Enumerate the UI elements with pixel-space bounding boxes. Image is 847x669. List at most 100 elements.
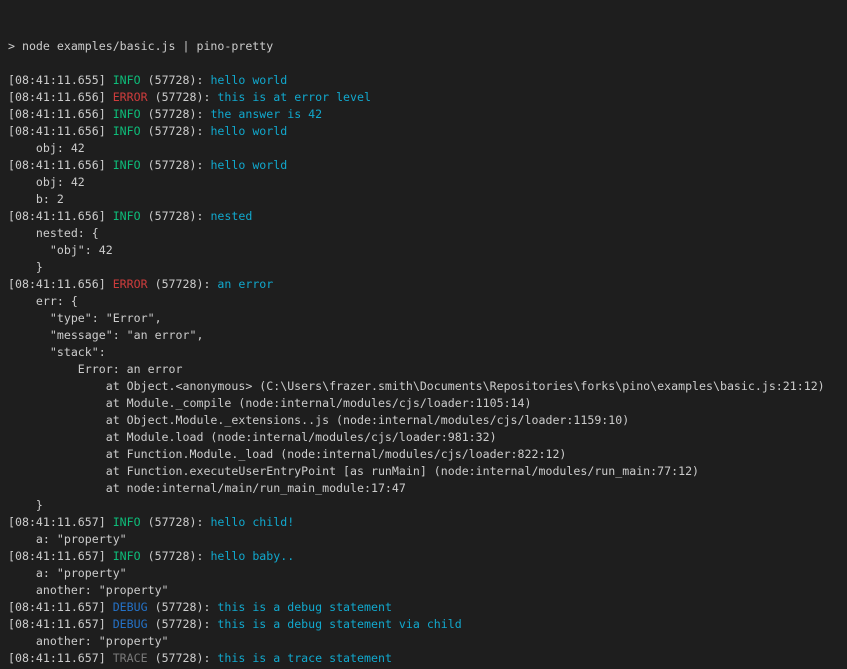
log-cyan-segment: this is at error level: [217, 90, 371, 104]
log-text: (57728):: [141, 209, 211, 223]
log-text: [08:41:11.656]: [8, 90, 113, 104]
log-green-segment: INFO: [113, 107, 141, 121]
log-text: "stack":: [8, 345, 106, 359]
log-line: at Function.Module._load (node:internal/…: [8, 446, 843, 463]
log-text: a: "property": [8, 532, 127, 546]
log-text: "type": "Error",: [8, 311, 162, 325]
log-text: (57728):: [148, 277, 218, 291]
log-line: }: [8, 497, 843, 514]
log-line: a: "property": [8, 565, 843, 582]
log-line: at Object.Module._extensions..js (node:i…: [8, 412, 843, 429]
log-line: [08:41:11.657] TRACE (57728): this is a …: [8, 650, 843, 667]
log-text: [08:41:11.656]: [8, 209, 113, 223]
log-line: b: 2: [8, 191, 843, 208]
log-red-segment: ERROR: [113, 277, 148, 291]
log-green-segment: INFO: [113, 209, 141, 223]
log-line: obj: 42: [8, 140, 843, 157]
log-text: [08:41:11.656]: [8, 107, 113, 121]
log-text: [08:41:11.657]: [8, 515, 113, 529]
log-cyan-segment: an error: [217, 277, 273, 291]
log-text: at node:internal/main/run_main_module:17…: [8, 481, 406, 495]
log-line: [08:41:11.655] INFO (57728): hello world: [8, 72, 843, 89]
log-text: "obj": 42: [8, 243, 113, 257]
log-text: [08:41:11.657]: [8, 600, 113, 614]
log-line: [08:41:11.657] INFO (57728): hello child…: [8, 514, 843, 531]
terminal-output: > node examples/basic.js | pino-pretty […: [8, 38, 843, 669]
log-line: err: {: [8, 293, 843, 310]
log-cyan-segment: hello world: [210, 158, 287, 172]
log-text: "message": "an error",: [8, 328, 203, 342]
log-cyan-segment: nested: [210, 209, 252, 223]
log-text: }: [8, 498, 43, 512]
log-text: at Object.<anonymous> (C:\Users\frazer.s…: [8, 379, 825, 393]
log-text: err: {: [8, 294, 78, 308]
log-cyan-segment: hello child!: [210, 515, 294, 529]
log-cyan-segment: this is a trace statement: [217, 651, 392, 665]
log-text: at Object.Module._extensions..js (node:i…: [8, 413, 629, 427]
log-line: another: "property": [8, 633, 843, 650]
log-text: [08:41:11.656]: [8, 158, 113, 172]
log-text: (57728):: [148, 600, 218, 614]
log-line: at Function.executeUserEntryPoint [as ru…: [8, 463, 843, 480]
log-line: "message": "an error",: [8, 327, 843, 344]
log-line: [08:41:11.657] INFO (57728): hello baby.…: [8, 548, 843, 565]
log-text: another: "property": [8, 583, 169, 597]
log-line: > node examples/basic.js | pino-pretty: [8, 38, 843, 55]
log-green-segment: INFO: [113, 73, 141, 87]
log-text: b: 2: [8, 192, 64, 206]
log-text: obj: 42: [8, 175, 85, 189]
log-green-segment: INFO: [113, 549, 141, 563]
log-text: [08:41:11.657]: [8, 549, 113, 563]
log-text: (57728):: [141, 549, 211, 563]
log-blue-segment: DEBUG: [113, 600, 148, 614]
log-cyan-segment: this is a debug statement via child: [217, 617, 461, 631]
log-line: }: [8, 259, 843, 276]
log-cyan-segment: hello world: [210, 124, 287, 138]
log-green-segment: INFO: [113, 124, 141, 138]
log-text: (57728):: [141, 515, 211, 529]
log-text: [08:41:11.657]: [8, 617, 113, 631]
log-text: a: "property": [8, 566, 127, 580]
log-line: [08:41:11.656] INFO (57728): hello world: [8, 157, 843, 174]
log-line: obj: 42: [8, 174, 843, 191]
log-line: [08:41:11.656] INFO (57728): nested: [8, 208, 843, 225]
log-text: (57728):: [148, 651, 218, 665]
log-green-segment: INFO: [113, 515, 141, 529]
log-line: at Module.load (node:internal/modules/cj…: [8, 429, 843, 446]
log-text: [08:41:11.656]: [8, 277, 113, 291]
log-line: [8, 55, 843, 72]
log-line: at node:internal/main/run_main_module:17…: [8, 480, 843, 497]
log-line: [08:41:11.656] INFO (57728): the answer …: [8, 106, 843, 123]
log-text: (57728):: [141, 158, 211, 172]
log-line: another: "property": [8, 582, 843, 599]
log-text: another: "property": [8, 634, 169, 648]
log-line: [08:41:11.657] DEBUG (57728): this is a …: [8, 616, 843, 633]
log-text: (57728):: [141, 124, 211, 138]
log-text: > node examples/basic.js | pino-pretty: [8, 39, 273, 53]
log-text: [08:41:11.656]: [8, 124, 113, 138]
log-cyan-segment: hello baby..: [210, 549, 294, 563]
log-text: [08:41:11.657]: [8, 651, 113, 665]
log-text: at Function.Module._load (node:internal/…: [8, 447, 566, 461]
log-text: at Module._compile (node:internal/module…: [8, 396, 532, 410]
log-gray-segment: TRACE: [113, 651, 148, 665]
log-text: [08:41:11.655]: [8, 73, 113, 87]
log-line: Error: an error: [8, 361, 843, 378]
log-text: at Function.executeUserEntryPoint [as ru…: [8, 464, 699, 478]
log-line: [08:41:11.656] INFO (57728): hello world: [8, 123, 843, 140]
log-text: (57728):: [148, 617, 218, 631]
log-text: (57728):: [141, 107, 211, 121]
log-cyan-segment: hello world: [210, 73, 287, 87]
log-line: "type": "Error",: [8, 310, 843, 327]
log-text: (57728):: [148, 90, 218, 104]
log-cyan-segment: the answer is 42: [210, 107, 322, 121]
log-text: obj: 42: [8, 141, 85, 155]
log-line: [08:41:11.656] ERROR (57728): an error: [8, 276, 843, 293]
log-text: nested: {: [8, 226, 99, 240]
log-cyan-segment: this is a debug statement: [217, 600, 392, 614]
terminal[interactable]: > node examples/basic.js | pino-pretty […: [0, 0, 847, 669]
log-line: a: "property": [8, 531, 843, 548]
log-line: [08:41:11.656] ERROR (57728): this is at…: [8, 89, 843, 106]
log-green-segment: INFO: [113, 158, 141, 172]
log-line: "stack":: [8, 344, 843, 361]
